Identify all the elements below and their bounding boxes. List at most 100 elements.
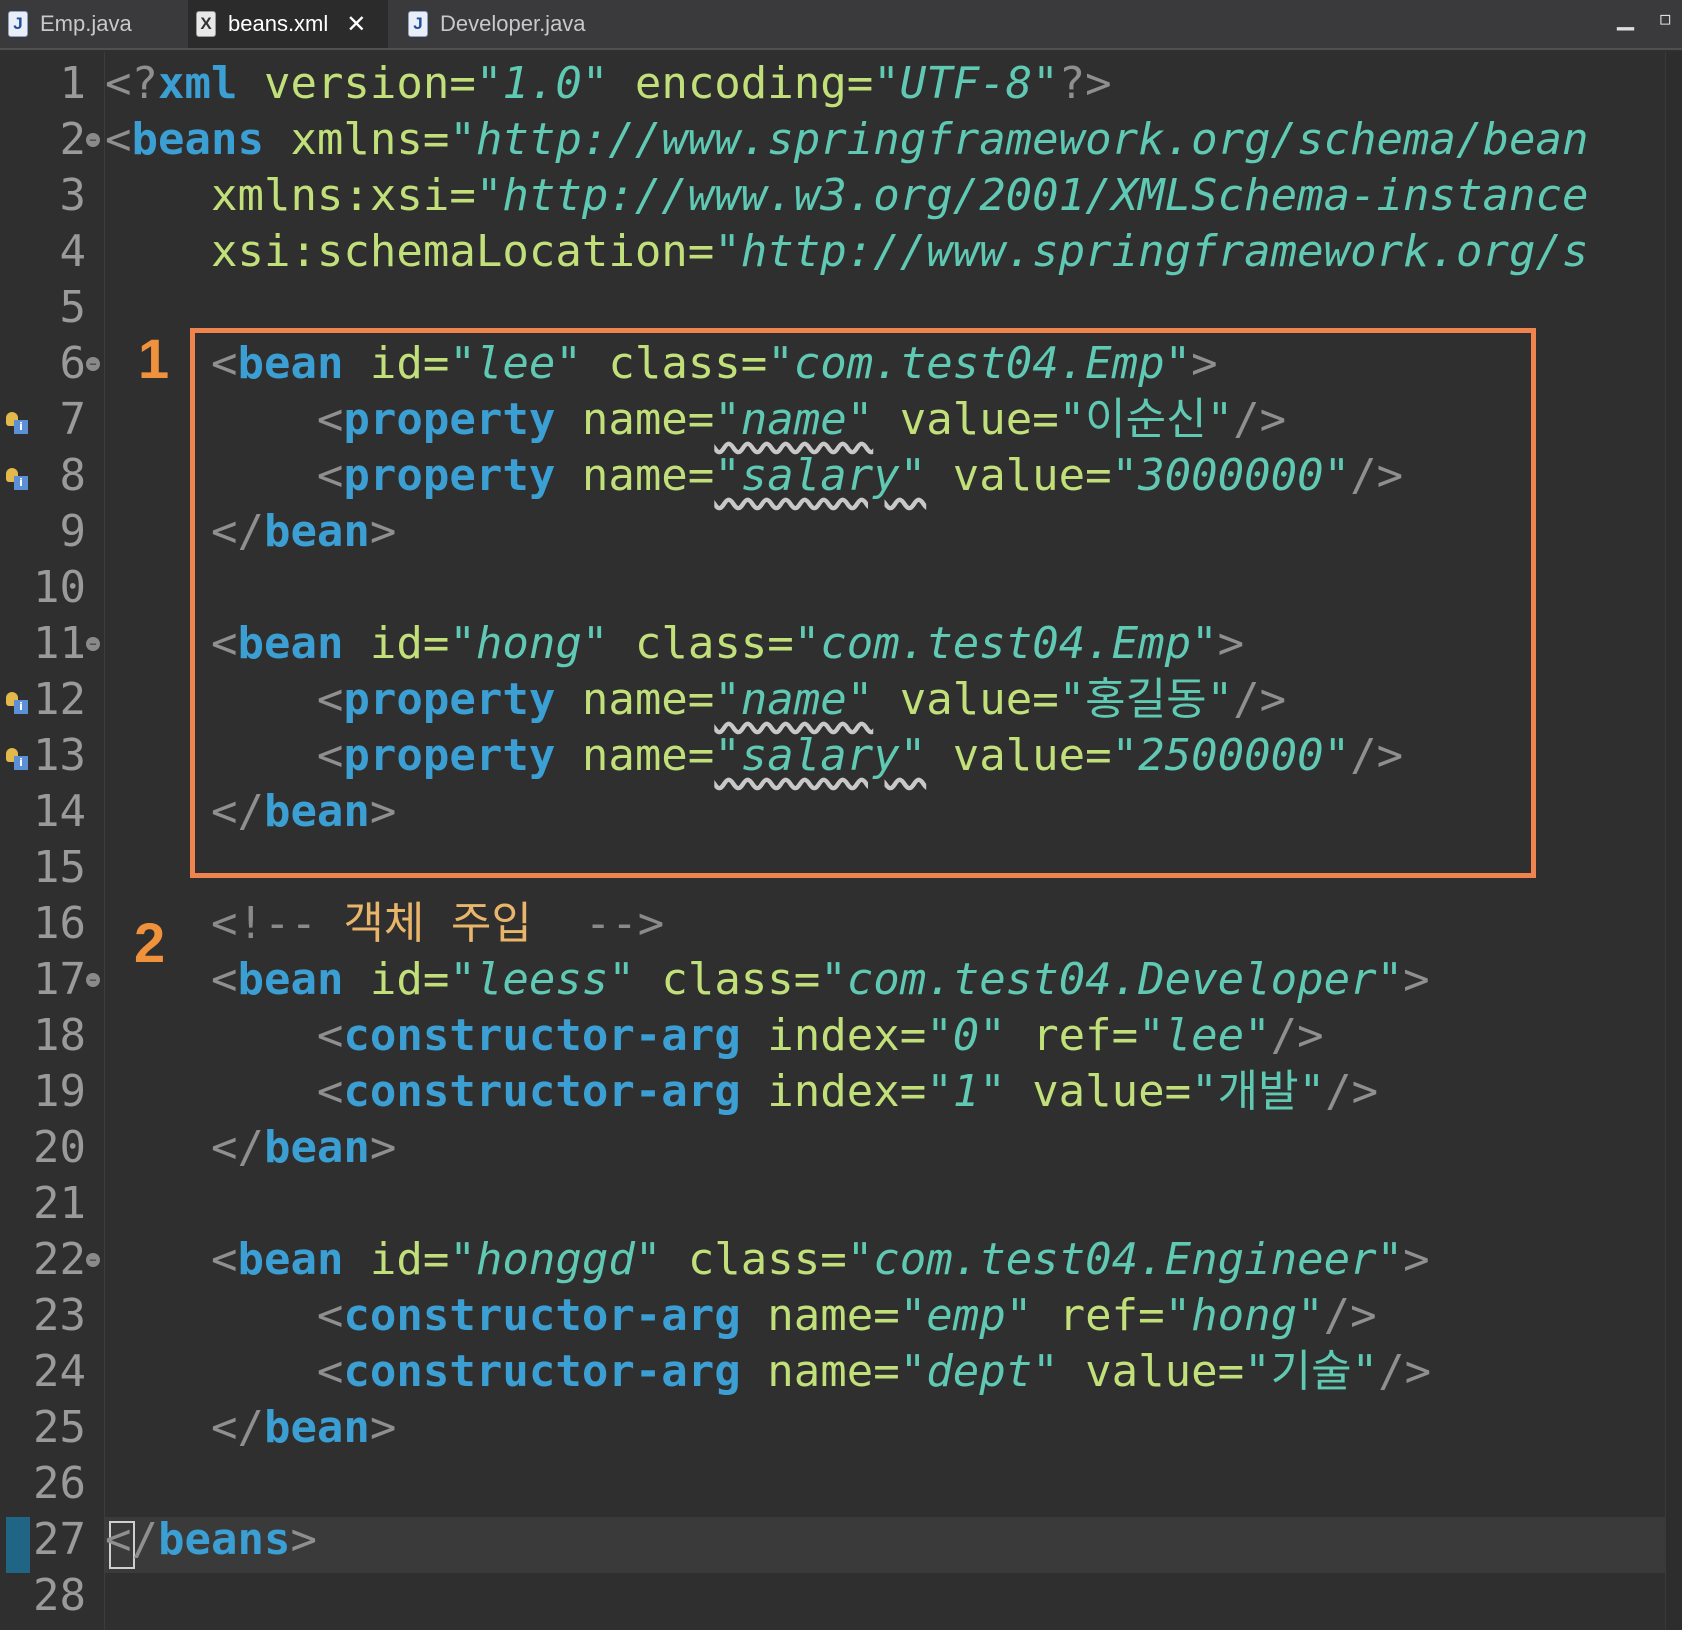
line-number: 22 [33,1234,86,1285]
bracket: < [316,1066,344,1117]
attr-name: name= [740,1346,900,1397]
bracket: < [316,1010,344,1061]
bracket: ?> [1058,58,1112,109]
line-number: 3 [59,170,87,221]
attr-value: "http://www.w3.org/2001/XMLSchema-instan… [475,170,1589,221]
code-line-16[interactable]: <!-- 객체 주입 --> [105,896,664,952]
line-number: 10 [33,562,86,613]
bracket: /> [1378,1346,1432,1397]
attr-value: "honggd" [449,1234,662,1285]
attr-name: encoding= [608,58,874,109]
info-annotation-icon[interactable]: i [6,412,28,434]
attr-name: index= [740,1010,927,1061]
code-line-17[interactable]: <bean id="leess" class="com.test04.Devel… [105,952,1430,1008]
line-number: 28 [33,1570,86,1621]
line-number: 2 [59,114,87,165]
attr-name: xmlns= [263,114,450,165]
bracket: </ [210,1402,264,1453]
attr-value: "emp" [899,1290,1033,1341]
code-line-3[interactable]: xmlns:xsi="http://www.w3.org/2001/XMLSch… [105,168,1589,224]
code-line-23[interactable]: <constructor-arg name="emp" ref="hong"/> [105,1288,1377,1344]
line-number: 14 [33,786,86,837]
bracket: > [290,1514,317,1565]
attr-name: id= [343,954,450,1005]
maximize-icon[interactable]: ▫ [1658,6,1672,30]
bracket: /> [1270,1010,1324,1061]
fold-toggle-icon[interactable]: − [86,133,100,147]
tag-name: xml [157,58,238,109]
attr-value: "hong" [1164,1290,1324,1341]
bracket: > [369,1122,397,1173]
line-number: 4 [59,226,87,277]
annotation-marker-1: 1 [138,327,170,390]
attr-name: xsi:schemaLocation= [210,226,715,277]
tab-emp-java[interactable]: J Emp.java [0,0,180,48]
attr-value: "dept" [899,1346,1059,1397]
bracket: /> [1325,1066,1379,1117]
attr-name: ref= [1032,1290,1165,1341]
line-number: 24 [33,1346,86,1397]
fold-toggle-icon[interactable]: − [86,357,100,371]
attr-value: "com.test04.Developer" [820,954,1404,1005]
vertical-scrollbar[interactable] [1665,52,1682,1630]
xml-file-icon: X [196,11,216,37]
bracket: < [316,1290,344,1341]
code-line-4[interactable]: xsi:schemaLocation="http://www.springfra… [105,224,1589,280]
line-number: 27 [33,1514,86,1565]
tab-label: beans.xml [228,11,329,36]
attr-name: class= [661,1234,847,1285]
code-line-2[interactable]: <beans xmlns="http://www.springframework… [105,112,1588,168]
editor-tab-bar: J Emp.java X beans.xml ✕ J Developer.jav… [0,0,1682,50]
code-line-24[interactable]: <constructor-arg name="dept" value="기술"/… [105,1344,1431,1400]
tag-name: bean [263,1402,370,1453]
fold-toggle-icon[interactable]: − [86,637,100,651]
line-number: 16 [33,898,86,949]
java-file-icon: J [8,11,28,37]
comment-close: --> [558,898,665,949]
code-line-27[interactable]: </beans> [105,1512,317,1568]
tab-label: Emp.java [40,11,132,36]
line-number: 15 [33,842,86,893]
attr-value: "leess" [449,954,635,1005]
comment-text: 객체 주입 [316,898,559,949]
bracket: > [1403,1234,1430,1285]
line-number-gutter: 1 2 3 4 5 6 7 8 9 10 11 12 13 14 15 16 1… [0,52,105,1630]
code-line-25[interactable]: </bean> [105,1400,396,1456]
attr-value: "0" [926,1010,1006,1061]
info-annotation-icon[interactable]: i [6,748,28,770]
bracket: < [210,1234,238,1285]
fold-toggle-icon[interactable]: − [86,973,100,987]
minimize-icon[interactable]: ▁ [1617,6,1634,31]
annotation-highlight-box [190,328,1536,878]
code-line-1[interactable]: <?xml version="1.0" encoding="UTF-8"?> [105,56,1112,112]
bracket: < [210,954,238,1005]
code-line-22[interactable]: <bean id="honggd" class="com.test04.Engi… [105,1232,1430,1288]
line-number: 5 [59,282,87,333]
attr-name: value= [1058,1346,1245,1397]
attr-value: "기술" [1244,1346,1379,1397]
attr-name: name= [740,1290,900,1341]
close-tab-icon[interactable]: ✕ [346,10,366,38]
tab-developer-java[interactable]: J Developer.java [400,0,620,48]
line-number: 11 [33,618,86,669]
line-number: 23 [33,1290,86,1341]
fold-toggle-icon[interactable]: − [86,1253,100,1267]
info-annotation-icon[interactable]: i [6,692,28,714]
line-number: 19 [33,1066,86,1117]
bracket: < [105,114,132,165]
bracket: </ [105,1514,158,1565]
line-number: 1 [59,58,87,109]
tab-beans-xml[interactable]: X beans.xml ✕ [188,0,388,48]
code-line-20[interactable]: </bean> [105,1120,396,1176]
code-line-19[interactable]: <constructor-arg index="1" value="개발"/> [105,1064,1378,1120]
info-annotation-icon[interactable]: i [6,468,28,490]
line-number: 9 [59,506,87,557]
tag-name: bean [237,1234,344,1285]
comment-open: <!-- [210,898,317,949]
bracket: </ [210,1122,264,1173]
code-line-18[interactable]: <constructor-arg index="0" ref="lee"/> [105,1008,1324,1064]
